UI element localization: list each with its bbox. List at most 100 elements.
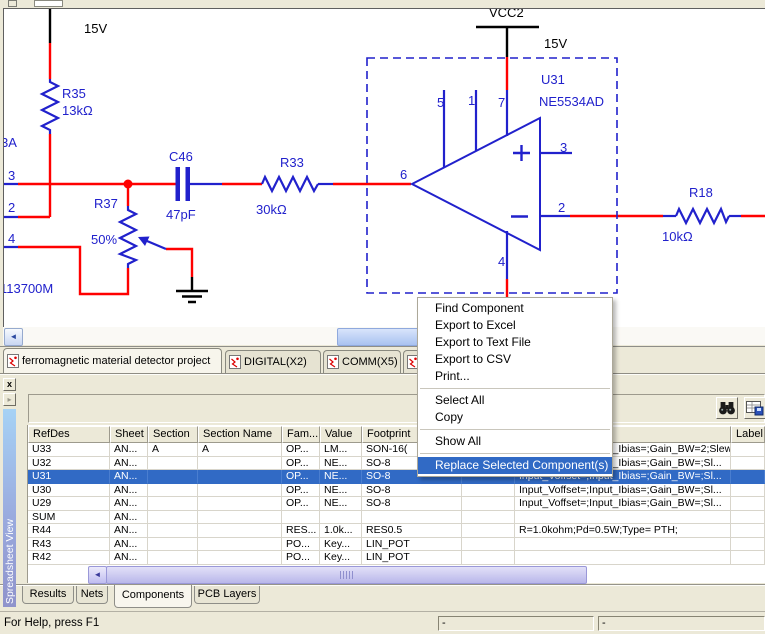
- table-cell[interactable]: U31: [28, 470, 110, 484]
- menu-item-export-to-csv[interactable]: Export to CSV: [418, 351, 612, 368]
- table-cell[interactable]: 1.0k...: [320, 524, 362, 538]
- menu-item-select-all[interactable]: Select All: [418, 392, 612, 409]
- menu-item-copy[interactable]: Copy: [418, 409, 612, 426]
- column-header-section[interactable]: Section: [148, 426, 198, 443]
- table-cell[interactable]: [515, 511, 731, 525]
- r37-wiper[interactable]: [147, 241, 166, 249]
- table-row[interactable]: U31AN...OP...NE...SO-8Input_Voffset=;Inp…: [28, 470, 765, 484]
- table-cell[interactable]: AN...: [110, 538, 148, 552]
- schematic-canvas[interactable]: 15V R35 13kΩ 3A 3 2 4 113700M R37 50% C4…: [3, 8, 765, 327]
- table-cell[interactable]: A: [198, 443, 282, 457]
- table-cell[interactable]: [462, 551, 515, 565]
- scroll-left-button[interactable]: ◄: [4, 328, 23, 346]
- table-hscrollbar-thumb[interactable]: [106, 566, 587, 584]
- table-cell[interactable]: NE...: [320, 484, 362, 498]
- table-cell[interactable]: R=1.0kohm;Pd=0.5W;Type= PTH;: [515, 524, 731, 538]
- table-cell[interactable]: U33: [28, 443, 110, 457]
- table-cell[interactable]: [731, 470, 765, 484]
- table-cell[interactable]: [148, 484, 198, 498]
- table-cell[interactable]: [462, 538, 515, 552]
- table-cell[interactable]: [462, 524, 515, 538]
- c46-plate-right[interactable]: [186, 167, 191, 201]
- r18-resistor[interactable]: [676, 209, 729, 223]
- table-cell[interactable]: AN...: [110, 511, 148, 525]
- sheet-tab-project[interactable]: ferromagnetic material detector project: [3, 348, 222, 373]
- table-row[interactable]: R43AN...PO...Key...LIN_POT: [28, 538, 765, 552]
- table-cell[interactable]: [731, 551, 765, 565]
- table-cell[interactable]: R44: [28, 524, 110, 538]
- menu-item-print[interactable]: Print...: [418, 368, 612, 385]
- menu-item-show-all[interactable]: Show All: [418, 433, 612, 450]
- table-cell[interactable]: SUM: [28, 511, 110, 525]
- close-panel-button[interactable]: x: [3, 378, 16, 391]
- table-cell[interactable]: LIN_POT: [362, 538, 462, 552]
- tab-components[interactable]: Components: [114, 585, 192, 608]
- table-cell[interactable]: Input_Voffset=;Input_Ibias=;Gain_BW=;Sl.…: [515, 484, 731, 498]
- table-cell[interactable]: [148, 511, 198, 525]
- table-cell[interactable]: OP...: [282, 484, 320, 498]
- table-cell[interactable]: Key...: [320, 551, 362, 565]
- table-row[interactable]: U30AN...OP...NE...SO-8Input_Voffset=;Inp…: [28, 484, 765, 498]
- menu-item-export-to-excel[interactable]: Export to Excel: [418, 317, 612, 334]
- table-cell[interactable]: AN...: [110, 551, 148, 565]
- table-cell[interactable]: [148, 497, 198, 511]
- table-cell[interactable]: [515, 538, 731, 552]
- table-cell[interactable]: [515, 551, 731, 565]
- table-cell[interactable]: OP...: [282, 497, 320, 511]
- table-cell[interactable]: SO-8: [362, 484, 462, 498]
- red-wires[interactable]: [18, 43, 765, 298]
- table-cell[interactable]: [462, 497, 515, 511]
- table-row[interactable]: U32AN...OP...NE...SO-8Input_Voffset=;Inp…: [28, 457, 765, 471]
- table-cell[interactable]: R43: [28, 538, 110, 552]
- tab-pcb-layers[interactable]: PCB Layers: [194, 586, 260, 604]
- table-cell[interactable]: [148, 470, 198, 484]
- column-header-section-name[interactable]: Section Name: [198, 426, 282, 443]
- table-cell[interactable]: [148, 524, 198, 538]
- table-cell[interactable]: NE...: [320, 470, 362, 484]
- table-cell[interactable]: AN...: [110, 484, 148, 498]
- table-row[interactable]: SUMAN...: [28, 511, 765, 525]
- tab-nets[interactable]: Nets: [76, 586, 108, 604]
- table-cell[interactable]: A: [148, 443, 198, 457]
- table-cell[interactable]: NE...: [320, 457, 362, 471]
- table-cell[interactable]: [198, 484, 282, 498]
- menu-item-find-component[interactable]: Find Component: [418, 300, 612, 317]
- sheet-tab-digital[interactable]: DIGITAL(X2): [225, 350, 321, 373]
- table-cell[interactable]: [148, 551, 198, 565]
- table-cell[interactable]: OP...: [282, 470, 320, 484]
- table-cell[interactable]: PO...: [282, 551, 320, 565]
- table-cell[interactable]: [148, 457, 198, 471]
- menu-item-export-to-text-file[interactable]: Export to Text File: [418, 334, 612, 351]
- table-cell[interactable]: AN...: [110, 524, 148, 538]
- table-cell[interactable]: U29: [28, 497, 110, 511]
- table-row[interactable]: U33AN...AAOP...LM...SON-16(Input_Voffset…: [28, 443, 765, 457]
- table-cell[interactable]: LM...: [320, 443, 362, 457]
- table-cell[interactable]: [198, 457, 282, 471]
- table-cell[interactable]: [198, 511, 282, 525]
- table-cell[interactable]: [731, 497, 765, 511]
- table-cell[interactable]: NE...: [320, 497, 362, 511]
- table-cell[interactable]: R42: [28, 551, 110, 565]
- table-cell[interactable]: [731, 511, 765, 525]
- table-cell[interactable]: Key...: [320, 538, 362, 552]
- table-cell[interactable]: [282, 511, 320, 525]
- table-cell[interactable]: U32: [28, 457, 110, 471]
- table-row[interactable]: R42AN...PO...Key...LIN_POT: [28, 551, 765, 565]
- tab-results[interactable]: Results: [22, 586, 74, 604]
- table-cell[interactable]: [198, 551, 282, 565]
- table-scroll-left-button[interactable]: ◄: [88, 566, 107, 584]
- table-cell[interactable]: [198, 497, 282, 511]
- table-cell[interactable]: AN...: [110, 470, 148, 484]
- table-cell[interactable]: [462, 511, 515, 525]
- table-cell[interactable]: [731, 484, 765, 498]
- table-cell[interactable]: [731, 457, 765, 471]
- table-cell[interactable]: OP...: [282, 443, 320, 457]
- ground-icon[interactable]: [176, 291, 208, 302]
- panel-expand-button[interactable]: ▸: [3, 393, 16, 406]
- table-cell[interactable]: [362, 511, 462, 525]
- column-header-refdes[interactable]: RefDes: [28, 426, 110, 443]
- column-header-sheet[interactable]: Sheet: [110, 426, 148, 443]
- r37-potentiometer[interactable]: [120, 206, 136, 268]
- table-cell[interactable]: [462, 484, 515, 498]
- table-cell[interactable]: [198, 524, 282, 538]
